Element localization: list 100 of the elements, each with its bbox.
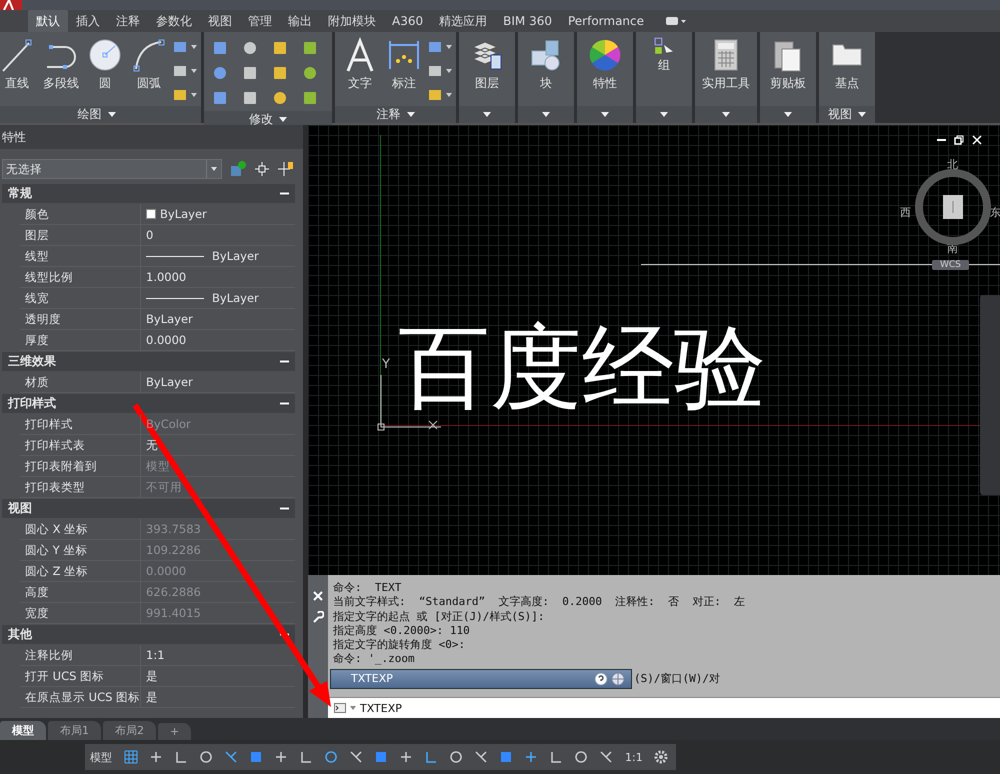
status-toggle-icon[interactable] — [198, 749, 214, 765]
caret-icon[interactable] — [483, 112, 491, 117]
caret-icon[interactable] — [601, 112, 609, 117]
help-icon[interactable] — [594, 672, 608, 686]
caret-icon[interactable] — [660, 112, 668, 117]
property-value[interactable]: 0.0000 — [140, 330, 295, 350]
status-toggle-icon[interactable] — [448, 749, 464, 765]
layout-tab[interactable]: 模型 — [0, 721, 46, 740]
ribbon-tool-button[interactable]: 组 — [640, 35, 688, 76]
wcs-menu[interactable]: WCS — [932, 260, 969, 270]
property-value[interactable]: ByLayer — [140, 204, 295, 224]
ribbon-tool-button[interactable]: 基点 — [823, 35, 871, 94]
ribbon-tab[interactable]: 参数化 — [148, 10, 200, 32]
property-value[interactable]: ByLayer — [140, 288, 295, 308]
add-selection-icon[interactable] — [230, 161, 246, 177]
status-toggle-icon[interactable] — [398, 749, 414, 765]
tool-icon — [302, 40, 318, 56]
command-input-field[interactable]: TXTEXP — [328, 697, 1000, 718]
app-logo-icon[interactable] — [0, 0, 22, 10]
caret-icon[interactable] — [406, 112, 414, 117]
caret-icon[interactable] — [858, 112, 866, 117]
close-icon[interactable] — [313, 591, 323, 601]
annotation-scale-button[interactable]: 1:1 — [623, 750, 645, 764]
globe-icon[interactable] — [611, 672, 625, 686]
ribbon-tab[interactable]: 视图 — [200, 10, 240, 32]
property-value[interactable]: ByLayer — [140, 309, 295, 329]
section-header[interactable]: 常规 — [2, 184, 295, 203]
ribbon-tab[interactable]: BIM 360 — [495, 10, 560, 32]
section-header[interactable]: 其他 — [2, 625, 295, 644]
caret-icon[interactable] — [108, 112, 116, 117]
status-toggle-icon[interactable] — [498, 749, 514, 765]
ribbon-tool-button[interactable]: 标注 — [383, 35, 425, 94]
caret-icon[interactable] — [542, 112, 550, 117]
caret-icon[interactable] — [784, 112, 792, 117]
color-wheel-icon — [587, 37, 623, 73]
section-header[interactable]: 三维效果 — [2, 352, 295, 371]
property-value[interactable]: 无 — [140, 435, 295, 455]
caret-icon[interactable] — [722, 112, 730, 117]
property-value[interactable]: 1:1 — [140, 645, 295, 665]
ribbon-tool-button[interactable]: 文字 — [339, 35, 381, 94]
status-toggle-icon[interactable] — [373, 749, 389, 765]
ribbon-tool-button[interactable]: 图层 — [463, 35, 511, 94]
status-toggle-icon[interactable] — [123, 749, 139, 765]
ribbon-tab[interactable]: A360 — [384, 10, 432, 32]
ribbon-tab[interactable]: 精选应用 — [431, 10, 496, 32]
crosshair-icon[interactable] — [254, 161, 270, 177]
section-header[interactable]: 视图 — [2, 499, 295, 518]
drawing-text[interactable]: 百度经验 — [398, 317, 766, 418]
ucs-axis-label: Y — [382, 357, 390, 372]
status-toggle-icon[interactable] — [523, 749, 539, 765]
ribbon-tab[interactable]: 输出 — [280, 10, 320, 32]
status-toggle-icon[interactable] — [273, 749, 289, 765]
caret-icon — [446, 93, 452, 97]
caret-icon[interactable] — [350, 706, 356, 710]
layout-tab[interactable]: 布局1 — [48, 721, 101, 740]
ribbon-tool-button[interactable]: 多段线 — [40, 35, 82, 94]
property-value[interactable]: ByLayer — [140, 246, 295, 266]
ribbon-tool-button[interactable]: 圆弧 — [128, 35, 170, 94]
wrench-icon[interactable] — [312, 611, 324, 623]
restore-icon[interactable] — [954, 135, 964, 145]
status-toggle-icon[interactable] — [473, 749, 489, 765]
property-value[interactable]: 1.0000 — [140, 267, 295, 287]
property-value[interactable]: 0 — [140, 225, 295, 245]
property-value[interactable]: 是 — [140, 666, 295, 686]
close-icon[interactable] — [972, 135, 982, 145]
selection-dropdown[interactable]: 无选择 — [2, 159, 222, 179]
ribbon-tool-button[interactable]: 圆 — [84, 35, 126, 94]
compass-label[interactable]: 西 — [900, 205, 911, 220]
ribbon-tool-button[interactable]: 实用工具 — [699, 35, 753, 94]
model-space-button[interactable]: 模型 — [88, 750, 114, 764]
status-toggle-icon[interactable] — [148, 749, 164, 765]
property-value[interactable]: ByLayer — [140, 372, 295, 392]
status-toggle-icon[interactable] — [598, 749, 614, 765]
tool-icon — [427, 63, 443, 79]
status-toggle-icon[interactable] — [248, 749, 264, 765]
ribbon-tool-button[interactable]: 特性 — [581, 35, 629, 94]
property-value[interactable]: 是 — [140, 687, 295, 707]
layout-tab[interactable]: + — [158, 723, 192, 740]
status-toggle-icon[interactable] — [573, 749, 589, 765]
layout-tab[interactable]: 布局2 — [103, 721, 156, 740]
section-header[interactable]: 打印样式 — [2, 394, 295, 413]
command-history-line: 当前文字样式: “Standard” 文字高度: 0.2000 注释性: 否 对正: 左 — [333, 595, 746, 610]
panel-toggle-icon[interactable] — [666, 16, 686, 26]
ribbon-tab[interactable]: 注释 — [108, 10, 148, 32]
ribbon-tool-button[interactable]: 直线 — [0, 35, 38, 94]
ribbon-tab[interactable]: 默认 — [28, 10, 68, 32]
settings-icon[interactable] — [654, 750, 668, 764]
autocomplete-suggestion[interactable]: TXTEXP — [330, 668, 632, 689]
ribbon-tool-button[interactable]: 块 — [522, 35, 570, 94]
caret-icon[interactable] — [279, 117, 287, 122]
status-toggle-icon[interactable] — [348, 749, 364, 765]
compass-label[interactable]: 北 — [947, 157, 958, 172]
ribbon-tab[interactable]: 附加模块 — [320, 10, 384, 32]
ribbon-tab[interactable]: 管理 — [240, 10, 280, 32]
ribbon-tab[interactable]: 插入 — [68, 10, 108, 32]
ribbon-tool-button[interactable]: 剪贴板 — [764, 35, 812, 94]
quick-select-icon[interactable] — [278, 161, 294, 177]
status-toggle-icon[interactable] — [223, 749, 239, 765]
ribbon-tab[interactable]: Performance — [560, 10, 652, 32]
status-toggle-icon[interactable] — [323, 749, 339, 765]
